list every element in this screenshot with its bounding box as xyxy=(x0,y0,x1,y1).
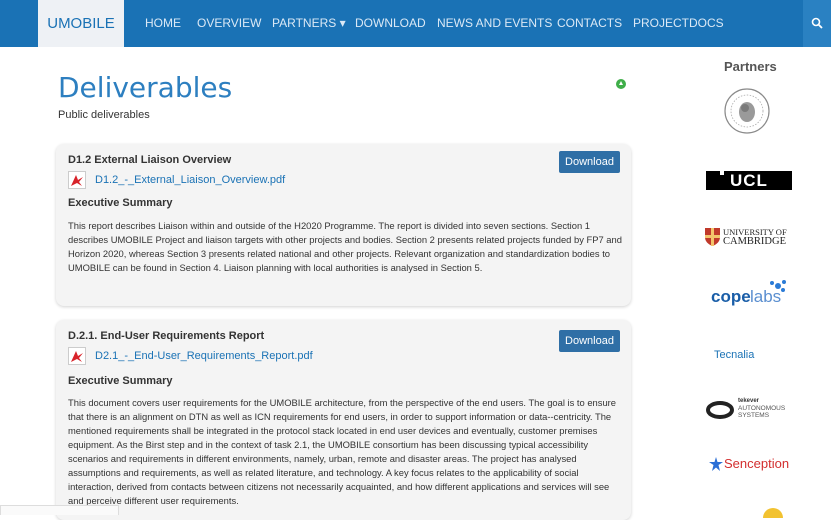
pdf-icon xyxy=(68,347,86,365)
executive-summary-heading: Executive Summary xyxy=(68,197,173,209)
nav-overview[interactable]: OVERVIEW xyxy=(197,0,261,47)
page-title: Deliverables xyxy=(58,71,233,104)
nav-partners-dropdown[interactable]: PARTNERS ▾ xyxy=(272,0,346,47)
deliverable-card: D1.2 External Liaison Overview D1.2_-_Ex… xyxy=(56,144,631,306)
download-button[interactable]: Download xyxy=(559,330,620,352)
tekever-text-b: AUTONOMOUS xyxy=(738,405,786,412)
brand-link[interactable]: UMOBILE xyxy=(38,0,124,47)
download-button[interactable]: Download xyxy=(559,151,620,173)
nav-contacts[interactable]: CONTACTS xyxy=(557,0,622,47)
executive-summary-text: This document covers user requirements f… xyxy=(68,397,617,506)
senception-text: Senception xyxy=(724,456,790,471)
deliverable-card: D.2.1. End-User Requirements Report D2.1… xyxy=(56,320,631,520)
pdf-icon xyxy=(68,171,86,189)
tekever-logo[interactable]: tekever AUTONOMOUS SYSTEMS xyxy=(706,398,796,424)
copelabs-star-icon xyxy=(770,280,786,292)
copelabs-text-a: cope xyxy=(711,287,751,306)
search-icon xyxy=(811,17,823,29)
nav-projectdocs[interactable]: PROJECTDOCS xyxy=(633,0,724,47)
pdf-link[interactable]: D2.1_-_End-User_Requirements_Report.pdf xyxy=(95,350,313,362)
partner-logo-partial[interactable] xyxy=(763,508,783,518)
executive-summary-text: This report describes Liaison within and… xyxy=(68,220,622,273)
search-button[interactable] xyxy=(803,0,831,47)
tekever-text-c: SYSTEMS xyxy=(738,412,770,419)
ucl-logo[interactable]: UCL xyxy=(706,171,792,190)
tekever-mark-icon xyxy=(706,401,734,419)
tekever-text-a: tekever xyxy=(738,398,760,404)
partners-heading: Partners xyxy=(724,59,777,74)
senception-logo[interactable]: Senception xyxy=(709,455,797,475)
nav-home[interactable]: HOME xyxy=(145,0,181,47)
nav-download[interactable]: DOWNLOAD xyxy=(355,0,426,47)
executive-summary-heading: Executive Summary xyxy=(68,375,173,387)
deliverable-title: D1.2 External Liaison Overview xyxy=(68,154,232,166)
cambridge-shield-icon xyxy=(705,228,720,246)
copelabs-logo[interactable]: cope labs xyxy=(711,279,791,313)
scroll-up-icon[interactable] xyxy=(616,79,626,89)
page-subtitle: Public deliverables xyxy=(58,109,150,121)
nav-news-and-events[interactable]: NEWS AND EVENTS xyxy=(437,0,552,47)
pdf-link[interactable]: D1.2_-_External_Liaison_Overview.pdf xyxy=(95,174,285,186)
ucl-logo-text: UCL xyxy=(730,171,768,190)
university-seal-logo[interactable] xyxy=(723,84,771,138)
senception-star-icon xyxy=(709,457,723,471)
deliverable-title: D.2.1. End-User Requirements Report xyxy=(68,330,265,342)
tecnalia-logo[interactable]: Tecnalia xyxy=(714,349,754,361)
cambridge-logo[interactable]: UNIVERSITY OF CAMBRIDGE xyxy=(705,226,795,250)
top-navbar: UMOBILE HOME OVERVIEW PARTNERS ▾ DOWNLOA… xyxy=(0,0,831,47)
cambridge-line2: CAMBRIDGE xyxy=(723,236,787,247)
